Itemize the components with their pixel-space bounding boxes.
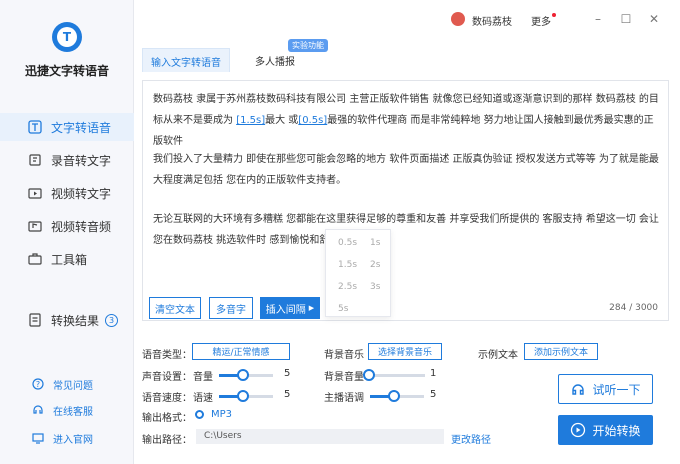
pitch-slider-knob[interactable] xyxy=(388,390,400,402)
app-logo: T xyxy=(52,22,82,52)
add-sample-button[interactable]: 添加示例文本 xyxy=(524,343,598,360)
format-label: 输出格式： xyxy=(142,413,192,424)
paragraph-2: 我们投入了大量精力 即使在那些您可能会忽略的地方 软件页面描述 正版真伪验证 授… xyxy=(153,154,659,186)
text-icon xyxy=(28,120,42,134)
caret-right-icon: ▶ xyxy=(308,304,315,312)
pause-option[interactable]: 5s xyxy=(338,304,348,314)
pause-option[interactable]: 1.5s xyxy=(338,260,357,270)
change-path-link[interactable]: 更改路径 xyxy=(451,431,491,446)
service-icon xyxy=(32,404,44,416)
nav-item-video-to-text[interactable]: 视频转文字 xyxy=(0,179,134,207)
rate-slider-knob[interactable] xyxy=(237,390,249,402)
nav-item-video-to-audio[interactable]: 视频转音频 xyxy=(0,212,134,240)
play-icon xyxy=(571,422,586,438)
results-count-badge: 3 xyxy=(105,313,119,327)
rate-slider[interactable] xyxy=(219,390,273,402)
pause-marker[interactable]: [0.5s] xyxy=(298,115,327,126)
pause-option[interactable]: 1s xyxy=(370,238,380,248)
sidebar: T 迅捷文字转语音 文字转语音 录音转文字 视频转文字 视频转音频 工具箱 转换… xyxy=(0,0,134,464)
voice-type-button[interactable]: 精运/正常情感 xyxy=(192,343,290,360)
bg-volume-label: 背景音量 xyxy=(324,372,364,383)
format-value: MP3 xyxy=(211,409,233,420)
minimize-icon[interactable]: – xyxy=(592,13,604,25)
volume-value: 5 xyxy=(284,368,291,379)
help-icon: ? xyxy=(32,378,44,390)
website-link[interactable]: 进入官网 xyxy=(0,428,134,448)
pause-option[interactable]: 2s xyxy=(370,260,380,270)
video-audio-icon xyxy=(28,219,42,233)
bg-volume-value: 1 xyxy=(430,368,437,379)
nav-item-text-to-speech[interactable]: 文字转语音 xyxy=(0,113,134,141)
app-title: 迅捷文字转语音 xyxy=(24,64,109,78)
sample-text-label: 示例文本 xyxy=(478,350,518,361)
bg-volume-slider[interactable] xyxy=(363,369,425,381)
volume-label: 音量 xyxy=(193,372,213,383)
svg-text:?: ? xyxy=(36,380,40,389)
voice-type-label: 语音类型： xyxy=(142,350,192,361)
bg-volume-slider-knob[interactable] xyxy=(363,369,375,381)
output-path-field[interactable]: C:\Users xyxy=(196,429,444,444)
headphone-icon xyxy=(572,384,585,395)
rate-label: 语速 xyxy=(193,393,213,404)
nav-label: 录音转文字 xyxy=(51,153,112,168)
sound-setting-label: 声音设置： xyxy=(142,372,192,383)
notification-dot xyxy=(552,13,556,17)
more-menu[interactable]: 更多 xyxy=(531,13,556,28)
mp3-radio[interactable] xyxy=(195,410,204,419)
recording-icon xyxy=(28,153,42,167)
nav-item-recording-to-text[interactable]: 录音转文字 xyxy=(0,146,134,174)
pitch-label: 主播语调 xyxy=(324,393,364,404)
nav-label: 视频转文字 xyxy=(51,186,112,201)
volume-slider-knob[interactable] xyxy=(237,369,249,381)
nav-item-toolbox[interactable]: 工具箱 xyxy=(0,245,134,273)
listen-button[interactable]: 试听一下 xyxy=(558,374,653,404)
tab-text-to-speech[interactable]: 输入文字转语音 xyxy=(142,48,230,72)
pause-marker[interactable]: [1.5s] xyxy=(236,115,265,126)
nav-label: 视频转音频 xyxy=(51,219,112,234)
char-count: 284 / 3000 xyxy=(609,303,658,313)
nav-label: 文字转语音 xyxy=(51,120,112,135)
clear-text-button[interactable]: 清空文本 xyxy=(149,297,201,319)
avatar[interactable] xyxy=(451,12,465,26)
pause-option[interactable]: 2.5s xyxy=(338,282,357,292)
select-bgm-button[interactable]: 选择背景音乐 xyxy=(368,343,442,360)
paragraph-1: 数码荔枝 隶属于苏州荔枝数码科技有限公司 主营正版软件销售 就像您已经知道或逐渐… xyxy=(153,94,659,147)
nav-item-results[interactable]: 转换结果 3 xyxy=(0,306,134,334)
pause-option[interactable]: 0.5s xyxy=(338,238,357,248)
text-editor[interactable]: 数码荔枝 隶属于苏州荔枝数码科技有限公司 主营正版软件销售 就像您已经知道或逐渐… xyxy=(142,80,669,321)
insert-pause-button[interactable]: 插入间隔 ▶ xyxy=(260,297,320,319)
volume-slider[interactable] xyxy=(219,369,273,381)
start-convert-button[interactable]: 开始转换 xyxy=(558,415,653,445)
online-service-link[interactable]: 在线客服 xyxy=(0,400,134,420)
pitch-slider[interactable] xyxy=(370,390,424,402)
nav-label: 工具箱 xyxy=(51,252,88,267)
polyphone-button[interactable]: 多音字 xyxy=(209,297,253,319)
speed-label: 语音速度： xyxy=(142,393,192,404)
path-label: 输出路径： xyxy=(142,435,192,446)
website-icon xyxy=(32,432,44,444)
rate-value: 5 xyxy=(284,389,291,400)
pitch-value: 5 xyxy=(430,389,437,400)
maximize-icon[interactable]: ☐ xyxy=(620,13,632,25)
pause-options-popup: 0.5s 1s 1.5s 2s 2.5s 3s 5s xyxy=(325,229,391,317)
close-icon[interactable]: ✕ xyxy=(648,13,660,25)
toolbox-icon xyxy=(28,252,42,266)
bgm-label: 背景音乐 xyxy=(324,350,364,361)
video-icon xyxy=(28,186,42,200)
username[interactable]: 数码荔枝 xyxy=(472,13,512,28)
nav-label: 转换结果 xyxy=(51,313,100,328)
pause-option[interactable]: 3s xyxy=(370,282,380,292)
help-link[interactable]: ? 常见问题 xyxy=(0,374,134,394)
experimental-tag: 实验功能 xyxy=(288,39,328,52)
result-icon xyxy=(28,313,42,327)
paragraph-3: 无论互联网的大环境有多糟糕 您都能在这里获得足够的尊重和友善 并享受我们所提供的… xyxy=(153,214,659,246)
